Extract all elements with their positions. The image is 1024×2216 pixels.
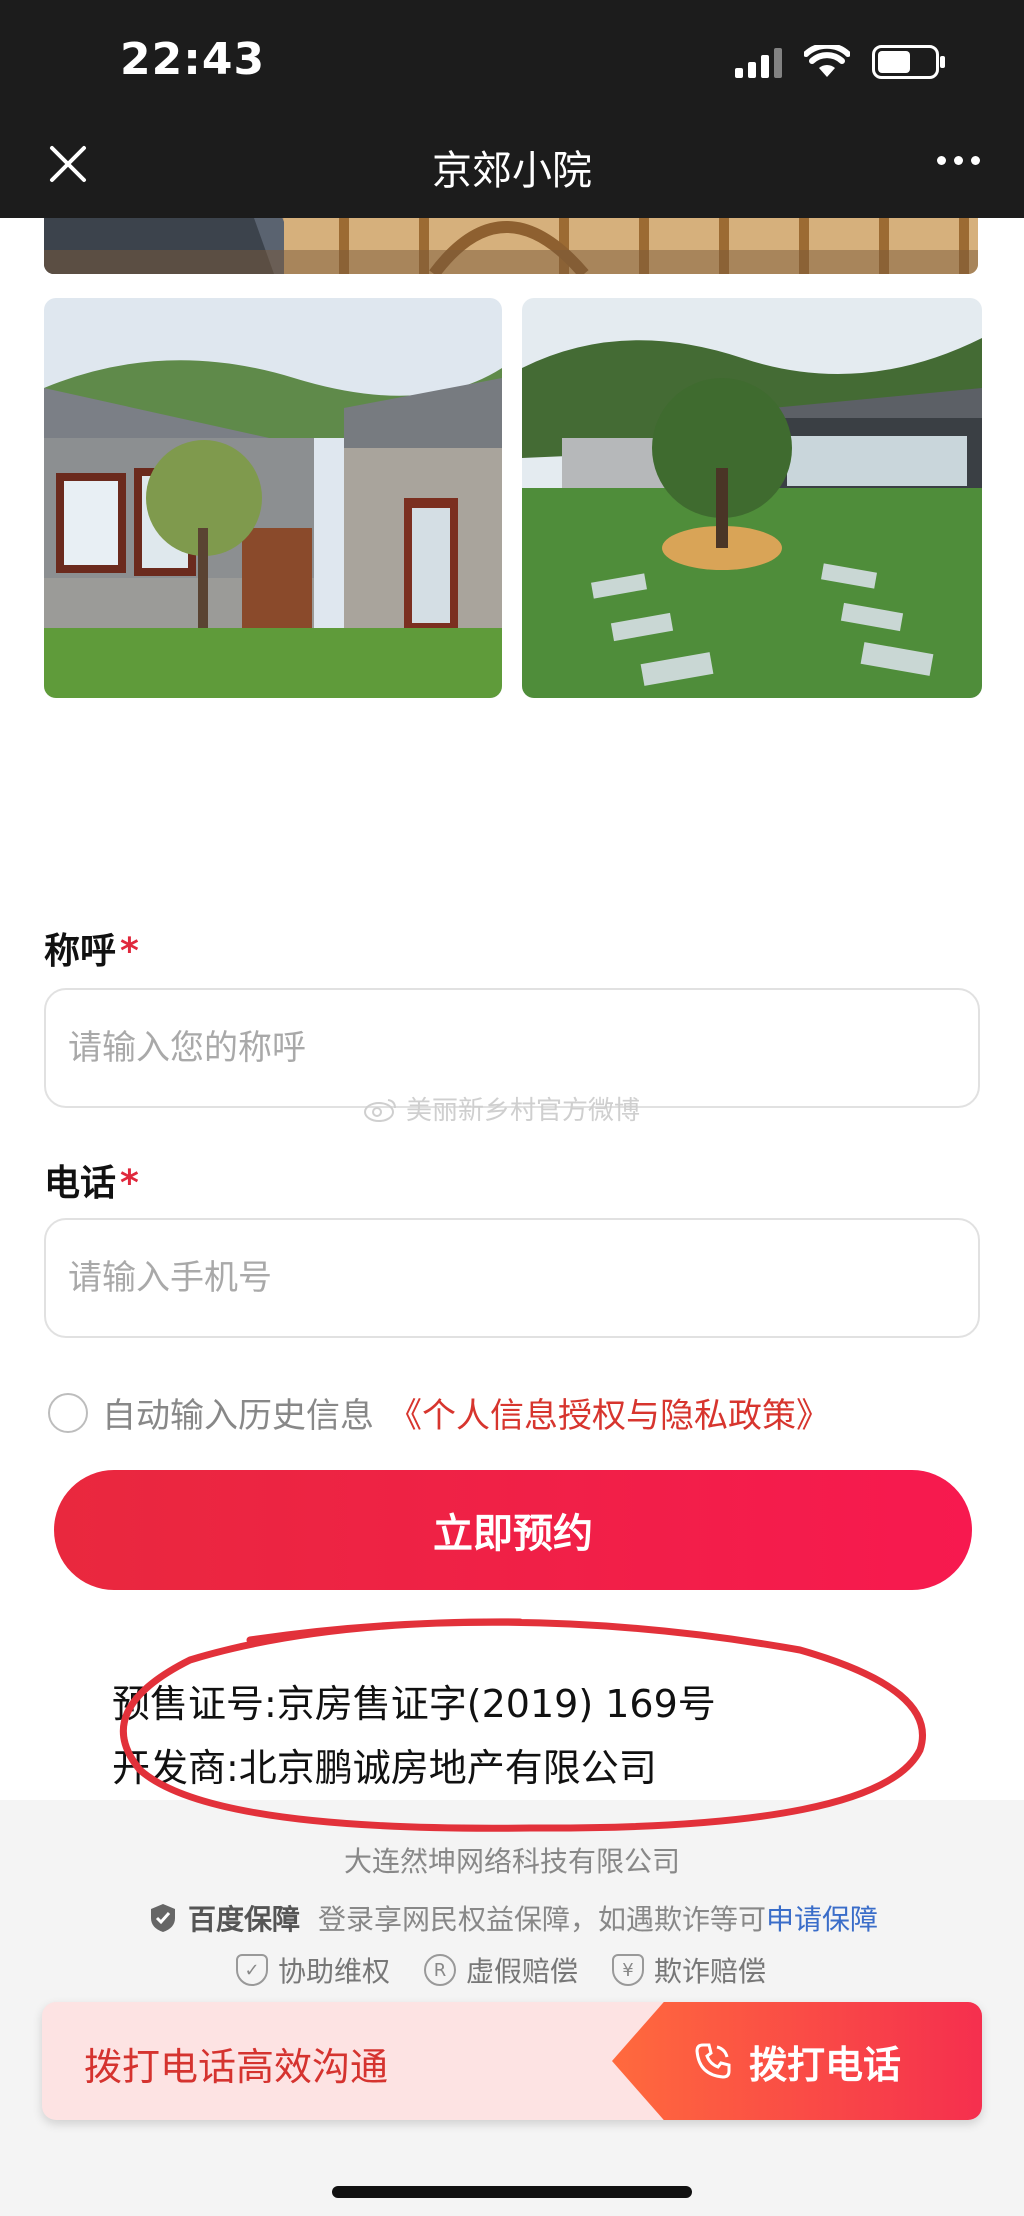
phone-input[interactable] [44, 1218, 980, 1338]
watermark: 美丽新乡村官方微博 [364, 1090, 640, 1127]
book-now-button[interactable]: 立即预约 [54, 1470, 972, 1590]
yen-shield-icon: ¥ [612, 1954, 645, 1986]
baidu-guarantee: 百度保障 登录享网民权益保障，如遇欺诈等可 申请保障 [148, 1898, 878, 1938]
apply-guarantee-link[interactable]: 申请保障 [766, 1898, 878, 1938]
privacy-policy-link[interactable]: 《个人信息授权与隐私政策》 [388, 1388, 830, 1437]
auto-fill-row: 自动输入历史信息 《个人信息授权与隐私政策》 [48, 1388, 830, 1437]
auto-fill-text: 自动输入历史信息 [102, 1396, 374, 1436]
badge-false-claim: R 虚假赔偿 [424, 1950, 578, 1990]
phone-label: 电话 * [44, 1163, 139, 1204]
shield-check-filled-icon [151, 1904, 175, 1932]
call-bar-text: 拨打电话高效沟通 [84, 2045, 389, 2089]
auto-fill-radio[interactable] [48, 1392, 88, 1433]
courtyard-photo-left [44, 298, 502, 698]
hand-drawn-red-oval [119, 1618, 926, 1832]
top-bar: 22:43 京郊小院 [0, 0, 1024, 218]
shield-check-icon: ✓ [236, 1954, 268, 1986]
page-title: 京郊小院 [432, 148, 592, 194]
name-label: 称呼 * [44, 931, 139, 972]
badge-fraud: ¥ 欺诈赔偿 [612, 1950, 766, 1990]
more-options-icon[interactable] [937, 156, 980, 165]
phone-icon [695, 2043, 731, 2079]
status-time: 22:43 [120, 34, 266, 85]
signal-icon [735, 46, 782, 78]
badge-assist: ✓ 协助维权 [236, 1950, 390, 1990]
home-indicator [332, 2186, 692, 2198]
courtyard-photo-right [522, 298, 982, 698]
registered-icon: R [424, 1954, 457, 1986]
guarantee-badges: ✓ 协助维权 R 虚假赔偿 ¥ 欺诈赔偿 [236, 1950, 766, 1990]
wifi-icon [804, 45, 850, 79]
weibo-icon [364, 1098, 396, 1122]
status-icons [735, 40, 946, 84]
call-bar: 拨打电话高效沟通 拨打电话 [42, 2002, 982, 2120]
company-name: 大连然坤网络科技有限公司 [343, 1845, 680, 1878]
call-button[interactable]: 拨打电话 [612, 2002, 982, 2120]
battery-icon [872, 45, 946, 79]
